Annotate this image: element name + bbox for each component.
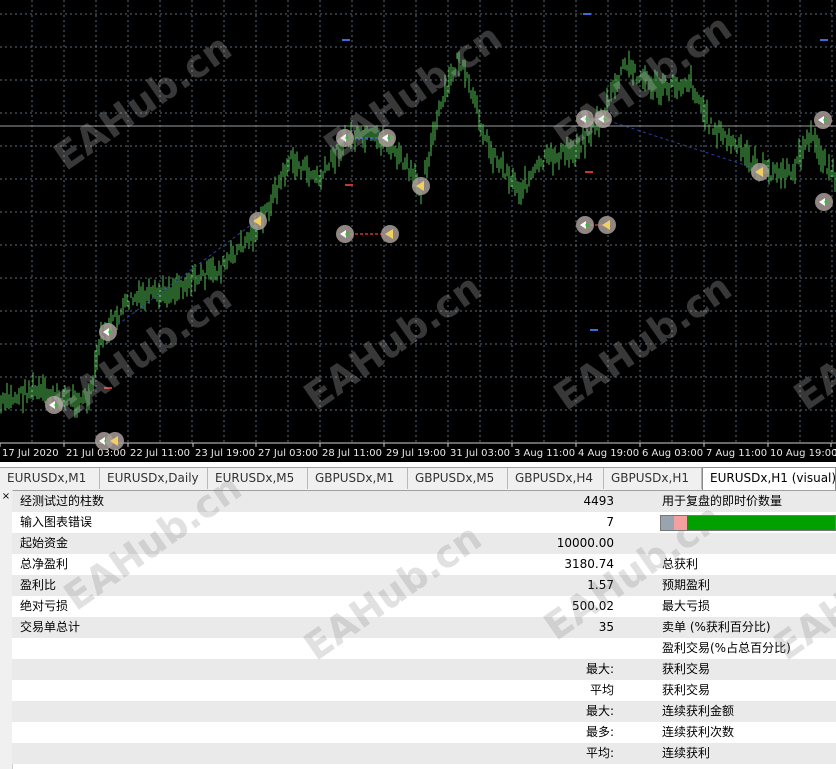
report-value: 35: [598, 620, 614, 634]
report-value: 最多:: [585, 725, 614, 739]
chart-tabs: EURUSDx,M1 EURUSDx,Daily EURUSDx,M5 GBPUSDx…: [0, 467, 836, 491]
report-label: 绝对亏损: [20, 599, 69, 613]
report-label-2: 最大亏损: [662, 599, 711, 613]
time-axis-label: 3 Aug 11:00: [514, 448, 575, 459]
report-value: 平均:: [585, 746, 614, 760]
time-axis-label: 10 Aug 19:00: [770, 448, 836, 459]
buy-dot-icon: [345, 232, 349, 236]
report-row: 盈利交易(%占总百分比): [12, 638, 836, 659]
tab-eurusdx-m1[interactable]: EURUSDx,M1: [0, 468, 100, 489]
time-axis-label: 17 Jul 2020: [2, 448, 59, 459]
buy-dot-icon: [823, 118, 827, 122]
buy-dot-icon: [387, 136, 391, 140]
report-label-2: 连续获利金额: [662, 704, 735, 718]
report-label-2: 连续获利: [662, 746, 711, 760]
report-row: 起始资金 10000.00: [12, 533, 836, 554]
report-value: 7: [606, 515, 614, 529]
time-axis-label: 4 Aug 19:00: [578, 448, 639, 459]
buy-dot-icon: [54, 403, 58, 407]
report-label: 盈利比: [20, 578, 57, 592]
report-label-2: 卖单 (%获利百分比): [662, 620, 771, 634]
report-row: 盈利比 1.57 预期盈利: [12, 575, 836, 596]
report-row: 最大: 连续获利金额: [12, 701, 836, 722]
tab-gbpusdx-m1[interactable]: GBPUSDx,M1: [308, 468, 408, 489]
tab-gbpusdx-h1[interactable]: GBPUSDx,H1: [604, 468, 702, 489]
buy-dot-icon: [824, 200, 828, 204]
report-label: 交易单总计: [20, 620, 81, 634]
report-label-2: 用于复盘的即时价数量: [662, 494, 783, 508]
report-label-2: 获利交易: [662, 662, 711, 676]
report-row: 交易单总计 35 卖单 (%获利百分比): [12, 617, 836, 638]
report-value: 1.57: [587, 578, 614, 592]
quality-segment: [674, 516, 687, 530]
time-axis-label: 28 Jul 11:00: [322, 448, 382, 459]
tab-gbpusdx-m5[interactable]: GBPUSDx,M5: [408, 468, 508, 489]
time-axis-label: 29 Jul 19:00: [386, 448, 446, 459]
buy-dot-icon: [108, 330, 112, 334]
time-axis-label: 27 Jul 03:00: [258, 448, 318, 459]
report-value: 平均: [589, 683, 614, 697]
report-value: 4493: [583, 494, 614, 508]
report-row: 经测试过的柱数 4493 用于复盘的即时价数量: [12, 491, 836, 512]
time-axis-label: 22 Jul 11:00: [130, 448, 190, 459]
buy-dot-icon: [585, 223, 589, 227]
time-axis-label: 23 Jul 19:00: [195, 448, 255, 459]
report-row: 总净盈利 3180.74 总获利: [12, 554, 836, 575]
close-icon[interactable]: ×: [1, 492, 11, 502]
test-report: × 经测试过的柱数 4493 用于复盘的即时价数量输入图表错误 7 起始资金 10000.…: [0, 465, 836, 769]
report-label-2: 预期盈利: [662, 578, 711, 592]
tick-quality-bar: [660, 515, 836, 531]
buy-dot-icon: [603, 117, 607, 121]
report-label-2: 总获利: [662, 557, 699, 571]
buy-dot-icon: [585, 117, 589, 121]
chart-canvas[interactable]: 17 Jul 2020 21 Jul 03:00 22 Jul 11:00 23 Ju…: [0, 0, 836, 462]
quality-segment: [661, 516, 674, 530]
trade-connector: [107, 221, 256, 333]
report-label: 经测试过的柱数: [20, 494, 105, 508]
price-chart[interactable]: 17 Jul 2020 21 Jul 03:00 22 Jul 11:00 23 Ju…: [0, 0, 836, 462]
report-value: 10000.00: [556, 536, 614, 550]
tab-gbpusdx-h4[interactable]: GBPUSDx,H4: [508, 468, 604, 489]
report-label-2: 连续获利次数: [662, 725, 735, 739]
report-label-2: 盈利交易(%占总百分比): [662, 641, 791, 655]
report-label: 输入图表错误: [20, 515, 93, 529]
report-value: 最大:: [585, 662, 614, 676]
report-row: 最多: 连续获利次数: [12, 722, 836, 743]
time-axis-label: 31 Jul 03:00: [450, 448, 510, 459]
report-row: 最大: 获利交易: [12, 659, 836, 680]
report-row: 平均: 连续获利: [12, 743, 836, 764]
tab-eurusdx-m5[interactable]: EURUSDx,M5: [208, 468, 308, 489]
report-value: 最大:: [585, 704, 614, 718]
time-axis-label: 7 Aug 11:00: [706, 448, 767, 459]
report-label-2: 获利交易: [662, 683, 711, 697]
tab-eurusdx-daily[interactable]: EURUSDx,Daily: [100, 468, 208, 489]
report-value: 3180.74: [564, 557, 614, 571]
report-value: 500.02: [572, 599, 614, 613]
report-label: 起始资金: [20, 536, 69, 550]
report-label: 总净盈利: [20, 557, 69, 571]
report-row: 绝对亏损 500.02 最大亏损: [12, 596, 836, 617]
buy-dot-icon: [345, 136, 349, 140]
report-row: 平均 获利交易: [12, 680, 836, 701]
time-axis-label: 6 Aug 03:00: [642, 448, 703, 459]
tab-eurusdx-h1-visual[interactable]: EURUSDx,H1 (visual): [702, 467, 836, 490]
